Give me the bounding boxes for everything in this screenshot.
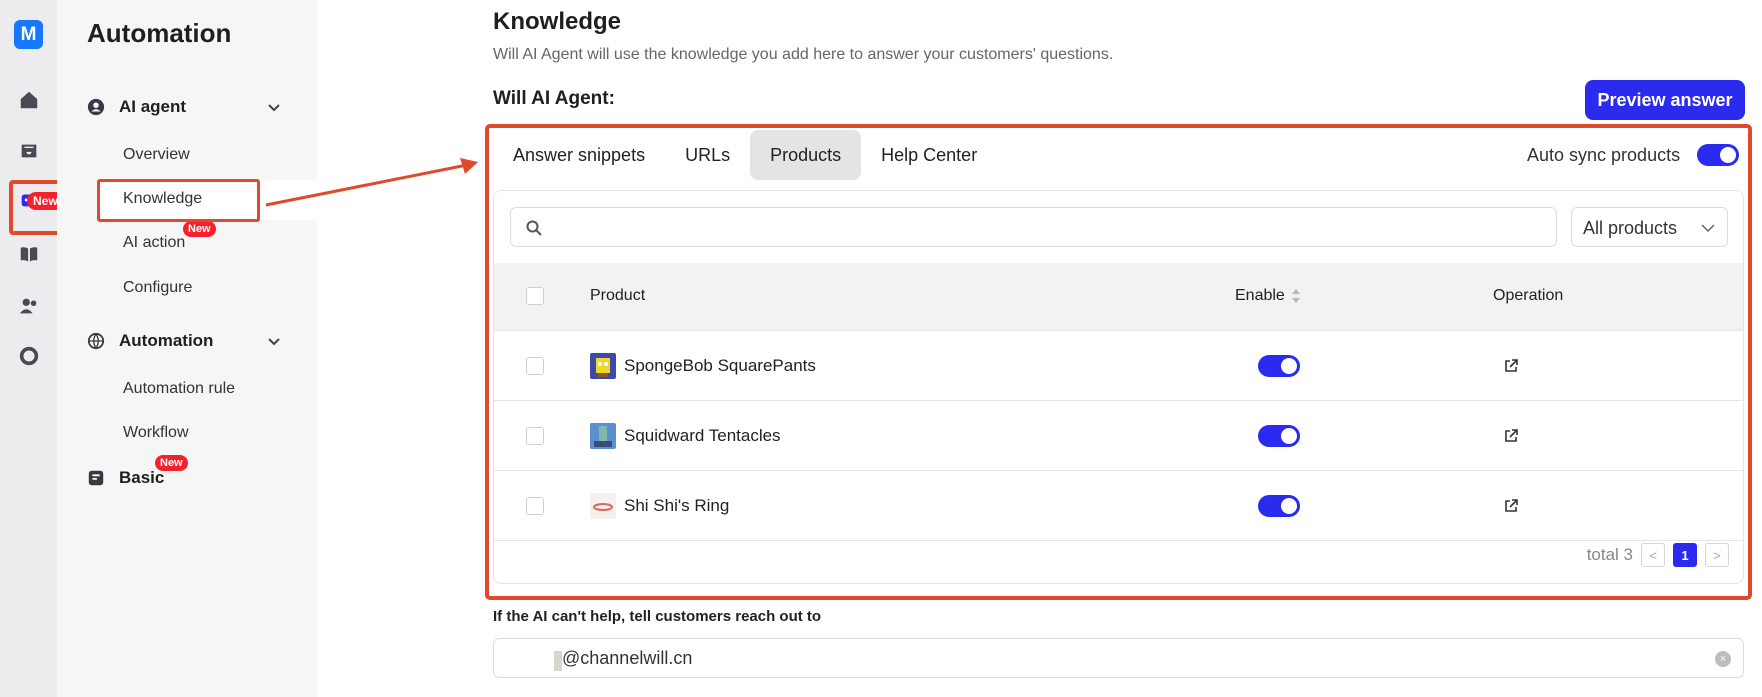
sidebar-group-label: Basic bbox=[119, 468, 165, 487]
sidebar-group-basic[interactable]: Basic bbox=[87, 468, 164, 488]
agent-label: Will AI Agent: bbox=[493, 88, 615, 109]
sidebar-group-label: Automation bbox=[119, 331, 214, 350]
app-logo[interactable]: M bbox=[14, 20, 43, 49]
sidebar-group-automation[interactable]: Automation bbox=[87, 331, 213, 351]
email-value: @channelwill.cn bbox=[562, 648, 693, 668]
sidebar-item-automation-rule[interactable]: Automation rule bbox=[123, 380, 235, 398]
page-title: Knowledge bbox=[493, 8, 622, 35]
redaction-mask bbox=[554, 651, 562, 671]
home-icon[interactable] bbox=[15, 86, 43, 114]
globe-icon bbox=[87, 332, 105, 350]
clear-icon[interactable]: × bbox=[1715, 651, 1731, 667]
new-badge: New bbox=[155, 455, 188, 471]
app-rail: M New bbox=[0, 0, 64, 697]
users-icon[interactable] bbox=[15, 292, 43, 320]
book-icon[interactable] bbox=[15, 240, 43, 268]
sidebar-group-label: AI agent bbox=[119, 97, 187, 116]
chevron-down-icon[interactable] bbox=[267, 100, 281, 114]
sidebar-group-ai-agent[interactable]: AI agent bbox=[87, 97, 186, 117]
chart-icon[interactable] bbox=[15, 342, 43, 370]
sidebar-item-ai-action[interactable]: AI action bbox=[123, 234, 185, 252]
sidebar-item-configure[interactable]: Configure bbox=[123, 279, 192, 297]
inbox-icon[interactable] bbox=[15, 137, 43, 165]
chevron-down-icon[interactable] bbox=[267, 334, 281, 348]
fallback-email-field[interactable]: @channelwill.cn × bbox=[493, 638, 1744, 678]
fallback-label: If the AI can't help, tell customers rea… bbox=[493, 608, 822, 625]
preview-answer-button[interactable]: Preview answer bbox=[1585, 80, 1745, 120]
annotation-knowledge-highlight bbox=[97, 179, 260, 222]
main-content: Knowledge Will AI Agent will use the kno… bbox=[317, 0, 1762, 697]
sidebar: Automation AI agent Overview Knowledge A… bbox=[57, 0, 317, 697]
new-badge: New bbox=[183, 221, 216, 237]
user-circle-icon bbox=[87, 98, 105, 116]
page-description: Will AI Agent will use the knowledge you… bbox=[493, 46, 1114, 63]
annotation-main-highlight bbox=[485, 124, 1752, 600]
note-icon bbox=[88, 470, 104, 486]
sidebar-title: Automation bbox=[87, 18, 232, 48]
sidebar-item-overview[interactable]: Overview bbox=[123, 146, 190, 164]
sidebar-item-workflow[interactable]: Workflow bbox=[123, 424, 189, 442]
